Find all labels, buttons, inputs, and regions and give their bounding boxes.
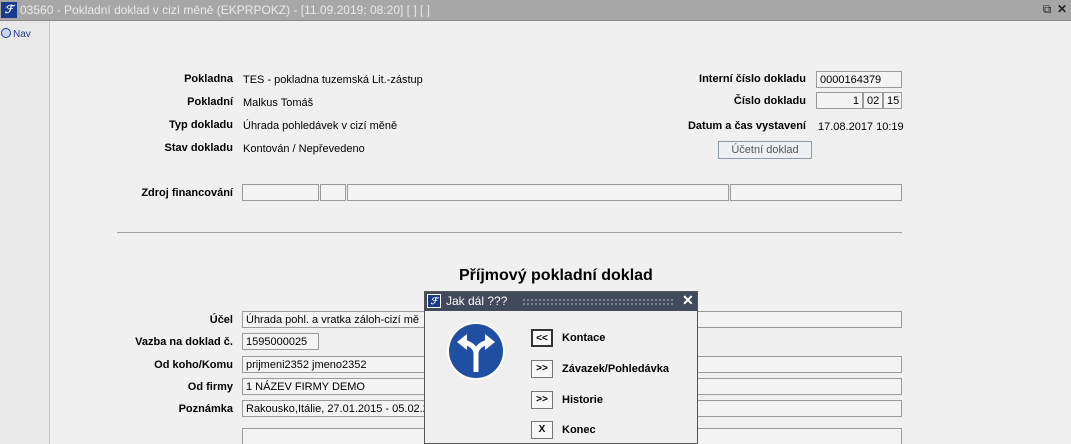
restore-window-icon[interactable]: ⧉ — [1040, 2, 1054, 16]
app-logo-icon: ℱ — [427, 294, 441, 308]
zdroj-field-2[interactable] — [320, 184, 346, 201]
kontace-button[interactable]: << — [531, 329, 553, 347]
historie-label: Historie — [562, 394, 603, 406]
zdroj-field-3[interactable] — [347, 184, 729, 201]
zdroj-field-1[interactable] — [242, 184, 319, 201]
pokladni-value: Malkus Tomáš — [243, 97, 314, 109]
konec-label: Konec — [562, 424, 596, 436]
app-logo-icon: ℱ — [1, 2, 17, 18]
interni-cislo-field[interactable]: 0000164379 — [816, 71, 902, 88]
nav-button[interactable]: Nav — [1, 28, 31, 40]
interni-cislo-label: Interní číslo dokladu — [699, 73, 806, 85]
konec-button[interactable]: X — [531, 421, 553, 439]
zavazek-pohledavka-button[interactable]: >> — [531, 360, 553, 378]
window-title: 03560 - Pokladní doklad v cizí měně (EKP… — [20, 3, 430, 17]
typ-dokladu-value: Úhrada pohledávek v cizí měně — [243, 120, 398, 132]
historie-button[interactable]: >> — [531, 391, 553, 409]
typ-dokladu-label: Typ dokladu — [169, 119, 233, 131]
stav-dokladu-value: Kontován / Nepřevedeno — [243, 143, 365, 155]
zavazek-pohledavka-label: Závazek/Pohledávka — [562, 363, 670, 375]
nav-icon — [1, 28, 11, 38]
datum-value: 17.08.2017 10:19 — [818, 121, 904, 133]
nav-label: Nav — [13, 29, 31, 40]
pokladni-label: Pokladní — [187, 96, 233, 108]
pokladna-value: TES - pokladna tuzemská Lit.-zástup — [243, 74, 423, 86]
vazba-label: Vazba na doklad č. — [135, 336, 233, 348]
zdroj-financovani-label: Zdroj financování — [141, 187, 233, 199]
close-icon[interactable]: ✕ — [1055, 2, 1069, 16]
dialog-title: Jak dál ??? — [446, 294, 508, 308]
page-heading: Příjmový pokladní doklad — [459, 267, 653, 284]
cislo-dokladu-field-3[interactable]: 15 — [883, 92, 902, 109]
cislo-dokladu-field-1[interactable]: 1 — [816, 92, 863, 109]
fork-arrow-sign-icon — [447, 322, 505, 380]
od-koho-label: Od koho/Komu — [154, 359, 233, 371]
od-firmy-label: Od firmy — [187, 381, 233, 393]
zdroj-field-4[interactable] — [730, 184, 902, 201]
vazba-field[interactable]: 1595000025 — [242, 333, 319, 350]
poznamka-label: Poznámka — [178, 403, 233, 415]
titlebar-pattern — [522, 298, 674, 305]
ucetni-doklad-button[interactable]: Účetní doklad — [718, 141, 812, 159]
cislo-dokladu-label: Číslo dokladu — [733, 95, 806, 107]
nav-sidebar: Nav — [0, 21, 50, 444]
ucel-label: Účel — [209, 314, 233, 326]
dialog-titlebar: ℱ Jak dál ??? ✕ — [425, 292, 697, 311]
kontace-label: Kontace — [562, 332, 606, 344]
datum-label: Datum a čas vystavení — [687, 120, 806, 132]
cislo-dokladu-field-2[interactable]: 02 — [863, 92, 883, 109]
separator — [117, 232, 902, 233]
jak-dal-dialog: ℱ Jak dál ??? ✕ << Kontace >> Závazek/Po… — [424, 291, 698, 444]
stav-dokladu-label: Stav dokladu — [164, 142, 233, 154]
pokladna-label: Pokladna — [184, 73, 233, 85]
dialog-close-icon[interactable]: ✕ — [682, 292, 694, 309]
window-titlebar: ℱ 03560 - Pokladní doklad v cizí měně (E… — [0, 0, 1071, 21]
